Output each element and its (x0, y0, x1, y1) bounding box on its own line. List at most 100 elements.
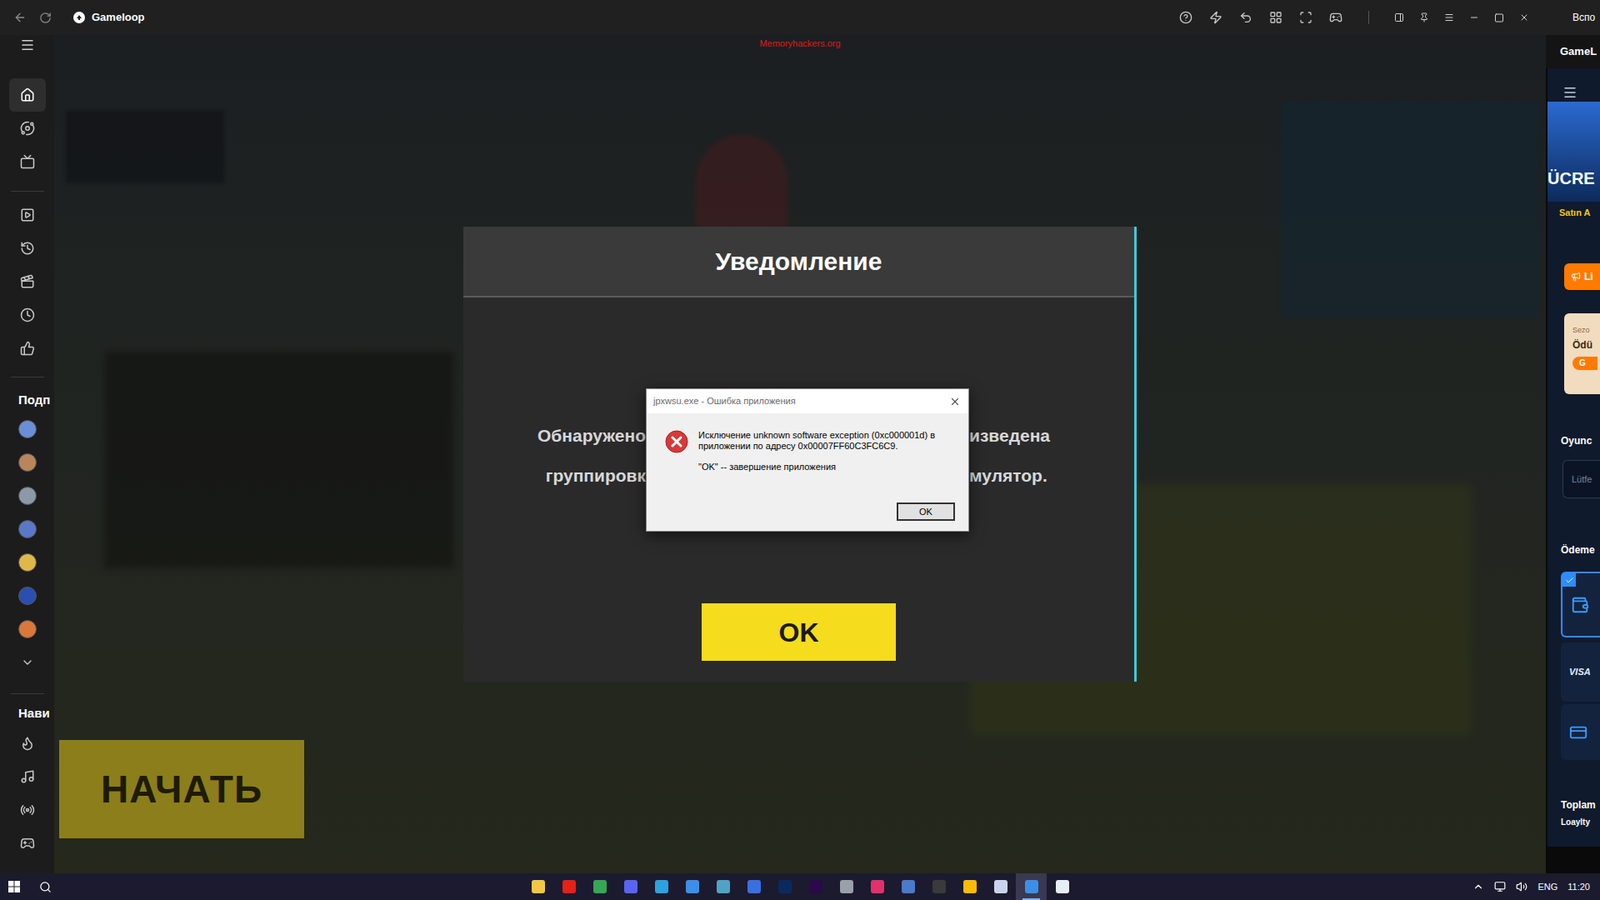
sidebar-item[interactable] (9, 826, 46, 860)
selected-badge (1562, 573, 1576, 587)
payment-method[interactable]: VISA (1560, 642, 1600, 702)
sidebar-item[interactable] (9, 198, 46, 232)
sidebar: ПодпНави (0, 35, 55, 874)
nav-icon (20, 87, 35, 103)
taskbar-app[interactable] (645, 873, 677, 900)
window-control[interactable] (1519, 10, 1530, 25)
sidebar-item[interactable] (9, 145, 46, 179)
season-card[interactable]: SezoÖdüG (1564, 313, 1600, 395)
window-control[interactable] (1494, 12, 1505, 24)
subscription-avatar[interactable] (18, 545, 37, 580)
payment-method[interactable] (1560, 571, 1600, 638)
taskbar-app[interactable] (954, 873, 985, 900)
taskbar-app[interactable] (615, 873, 646, 900)
sidebar-item[interactable] (9, 331, 46, 365)
taskbar-app[interactable] (1015, 873, 1047, 900)
sidebar-item[interactable] (9, 111, 46, 145)
side-menu[interactable]: Вспо (1572, 10, 1595, 25)
app-icon (747, 880, 761, 894)
game-screen[interactable]: Memoryhackers.orgНАЧАТЬУведомлениеОбнару… (54, 35, 1546, 874)
sidebar-item[interactable] (9, 231, 46, 265)
ok-button[interactable]: OK (896, 502, 955, 521)
window-title: Gameloop (91, 9, 145, 26)
promo-banner[interactable]: ÜCRE (1547, 101, 1600, 202)
taskbar-app[interactable] (892, 873, 924, 900)
desktop: Gameloop ПодпНавиMemoryhackers.orgНАЧАТЬУ… (0, 0, 1600, 900)
avatar-icon (18, 520, 37, 539)
hamburger-icon[interactable] (1562, 85, 1578, 100)
refresh-button[interactable] (37, 11, 53, 25)
subscription-avatar[interactable] (18, 479, 37, 513)
check-icon (1565, 575, 1575, 585)
taskbar-app[interactable] (800, 873, 831, 900)
separator (10, 376, 45, 378)
subscription-avatar[interactable] (18, 612, 37, 646)
total-label: Toplam (1547, 798, 1600, 812)
taskbar-app[interactable] (676, 873, 708, 900)
nav-icon (20, 120, 35, 136)
app-icon (809, 880, 823, 894)
taskbar-app[interactable] (738, 873, 770, 900)
window-control[interactable] (1419, 10, 1430, 25)
volume-icon[interactable] (1515, 880, 1528, 893)
notice-ok-button[interactable]: OK (701, 603, 896, 661)
show-more-button[interactable] (20, 645, 35, 680)
title-bar: Gameloop (0, 0, 1546, 35)
window-control[interactable] (1444, 10, 1455, 25)
error-message: Исключение unknown software exception (0… (698, 430, 957, 452)
subscription-avatar[interactable] (18, 512, 37, 546)
sidebar-item[interactable] (9, 726, 46, 760)
window-control[interactable] (1469, 10, 1480, 25)
loyalty-label: Loaylty (1547, 816, 1600, 829)
taskbar-app[interactable] (1046, 873, 1078, 900)
taskbar-app[interactable] (861, 873, 893, 900)
payment-method[interactable] (1560, 704, 1600, 760)
back-button[interactable] (12, 10, 28, 25)
window-control[interactable] (1394, 10, 1405, 25)
season-button[interactable]: G (1572, 356, 1598, 370)
toolbar-button[interactable] (1178, 10, 1194, 25)
sidebar-item[interactable] (9, 298, 46, 332)
payment-label: VISA (1569, 665, 1591, 680)
toolbar-button[interactable] (1328, 10, 1344, 25)
subscription-avatar[interactable] (18, 445, 37, 480)
sidebar-item[interactable] (9, 793, 46, 827)
taskbar-app[interactable] (830, 873, 862, 900)
toolbar-button[interactable] (1298, 10, 1314, 25)
subscription-avatar[interactable] (18, 579, 37, 613)
network-icon[interactable] (1494, 880, 1506, 893)
taskbar: ENG 11:20 (0, 873, 1600, 900)
taskbar-app[interactable] (553, 873, 585, 900)
menu-button[interactable] (20, 35, 35, 55)
close-button[interactable] (948, 395, 962, 408)
app-icon (655, 880, 669, 894)
search-button[interactable] (28, 880, 62, 894)
app-icon (963, 880, 977, 894)
taskbar-app[interactable] (584, 873, 615, 900)
window-control-icon (1494, 12, 1505, 24)
start-button[interactable] (0, 880, 29, 893)
player-label: Oyunc (1547, 434, 1600, 448)
sidebar-item[interactable] (9, 265, 46, 299)
toolbar-button[interactable] (1268, 10, 1284, 25)
taskbar-app[interactable] (923, 873, 955, 900)
sidebar-item[interactable] (9, 760, 46, 794)
app-icon (1025, 880, 1039, 894)
player-input[interactable]: Lütfe (1562, 460, 1600, 499)
avatar-icon (18, 420, 37, 439)
clock[interactable]: 11:20 (1567, 880, 1590, 895)
taskbar-app[interactable] (769, 873, 800, 900)
sidebar-item[interactable] (9, 78, 46, 112)
taskbar-app[interactable] (985, 873, 1016, 900)
toolbar-button[interactable] (1238, 10, 1254, 25)
taskbar-app[interactable] (707, 873, 739, 900)
side-window: ВспоGameLÜCRESatın ALiSezoÖdüGOyuncLütfe… (1545, 0, 1600, 874)
promo-button[interactable]: Li (1564, 263, 1600, 290)
avatar-icon (18, 586, 37, 605)
toolbar-button[interactable] (1208, 10, 1224, 25)
subscription-avatar[interactable] (18, 412, 37, 446)
taskbar-app[interactable] (522, 873, 554, 900)
language-indicator[interactable]: ENG (1537, 880, 1558, 895)
start-button[interactable]: НАЧАТЬ (59, 740, 305, 839)
tray-chevron-icon[interactable] (1472, 880, 1485, 893)
